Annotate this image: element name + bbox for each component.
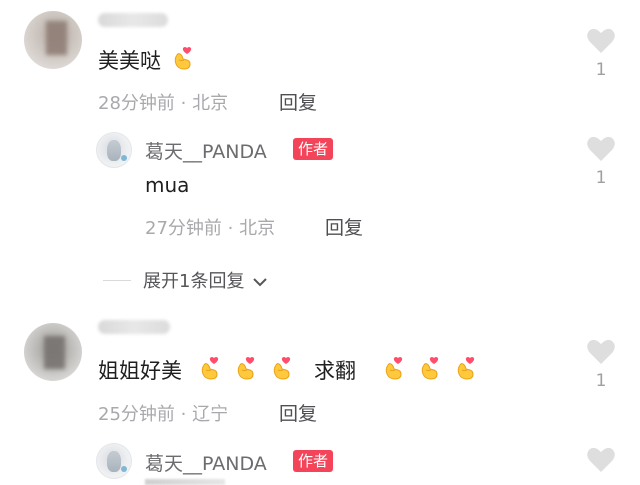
author-avatar[interactable] bbox=[96, 132, 132, 168]
comment-text-content: 美美哒 bbox=[98, 49, 161, 73]
cut-off-reply-text bbox=[145, 479, 225, 485]
finger-heart-emoji bbox=[416, 356, 442, 382]
expand-replies-label: 展开1条回复 bbox=[143, 271, 245, 292]
finger-heart-emoji bbox=[169, 46, 195, 72]
like-count: 1 bbox=[595, 371, 607, 391]
comment-text: 美美哒 bbox=[98, 45, 195, 75]
heart-icon bbox=[587, 447, 615, 472]
chevron-down-icon bbox=[253, 278, 267, 287]
finger-heart-emoji bbox=[232, 356, 258, 382]
commenter-avatar[interactable] bbox=[24, 323, 82, 381]
like-count: 1 bbox=[595, 60, 607, 80]
avatar-figure bbox=[107, 451, 122, 472]
like-button[interactable] bbox=[585, 446, 617, 473]
avatar-figure bbox=[107, 140, 122, 161]
author-avatar[interactable] bbox=[96, 443, 132, 479]
expand-divider bbox=[103, 280, 131, 281]
comment-text-content: 姐姐好美 bbox=[98, 359, 182, 383]
comment-meta: 28分钟前 · 北京 bbox=[98, 93, 229, 114]
author-name[interactable]: 葛天__PANDA bbox=[145, 449, 267, 476]
finger-heart-emoji bbox=[196, 356, 222, 382]
commenter-avatar[interactable] bbox=[24, 11, 82, 69]
like-count: 1 bbox=[595, 168, 607, 188]
avatar-accent bbox=[120, 465, 127, 472]
reply-button[interactable]: 回复 bbox=[279, 88, 317, 115]
author-badge: 作者 bbox=[293, 450, 334, 472]
like-button[interactable]: 1 bbox=[585, 135, 617, 188]
like-button[interactable]: 1 bbox=[585, 338, 617, 391]
comment-text-content-2: 求翻 bbox=[314, 359, 356, 383]
commenter-username-blurred[interactable] bbox=[98, 320, 170, 334]
avatar-accent bbox=[120, 154, 127, 161]
reply-text: mua bbox=[145, 173, 190, 197]
reply-button[interactable]: 回复 bbox=[325, 213, 363, 240]
comment-meta: 25分钟前 · 辽宁 bbox=[98, 404, 229, 425]
commenter-username-blurred[interactable] bbox=[98, 13, 168, 27]
heart-icon bbox=[587, 339, 615, 364]
expand-replies-button[interactable]: 展开1条回复 bbox=[143, 267, 268, 293]
like-button[interactable]: 1 bbox=[585, 27, 617, 80]
finger-heart-emoji bbox=[380, 356, 406, 382]
heart-icon bbox=[587, 28, 615, 53]
avatar-blur bbox=[43, 335, 65, 370]
reply-button[interactable]: 回复 bbox=[279, 399, 317, 426]
finger-heart-emoji bbox=[268, 356, 294, 382]
heart-icon bbox=[587, 136, 615, 161]
finger-heart-emoji bbox=[452, 356, 478, 382]
reply-meta: 27分钟前 · 北京 bbox=[145, 218, 276, 239]
avatar-blur bbox=[46, 21, 67, 56]
author-badge: 作者 bbox=[293, 138, 334, 160]
author-name[interactable]: 葛天__PANDA bbox=[145, 137, 267, 164]
comment-text: 姐姐好美 求翻 bbox=[98, 355, 478, 385]
